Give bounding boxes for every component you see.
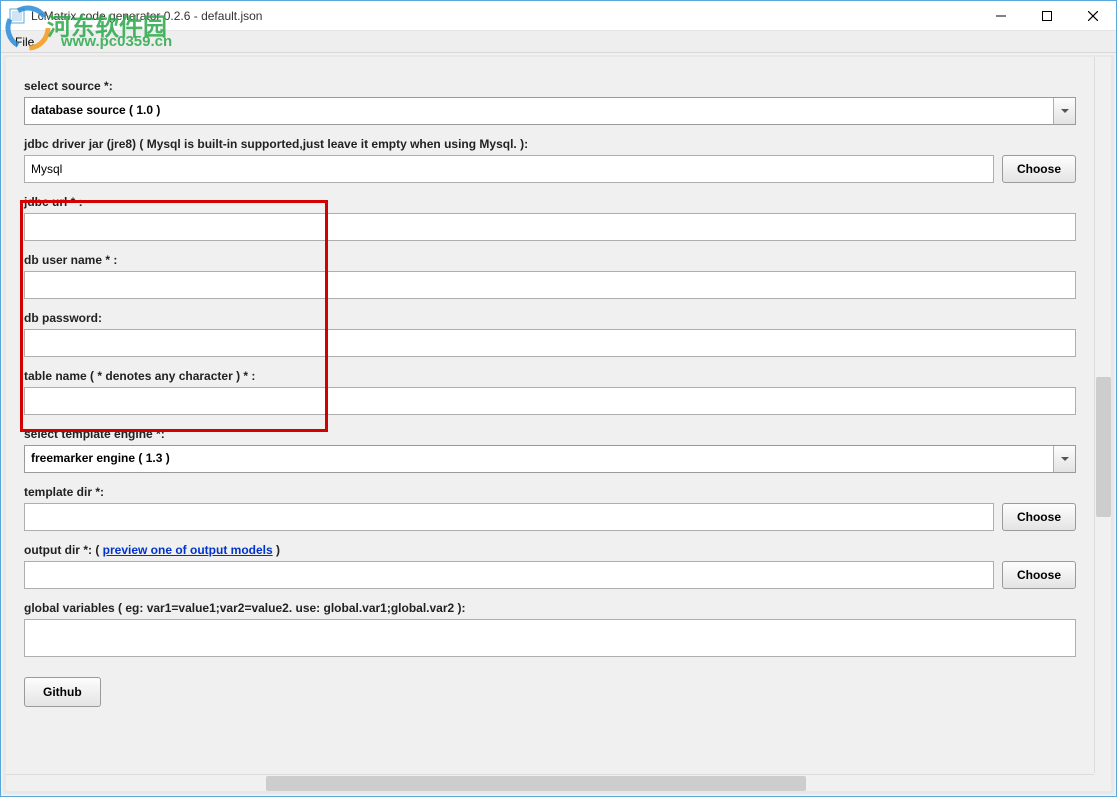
global-vars-input[interactable] [24, 619, 1076, 657]
horizontal-scroll-thumb[interactable] [266, 776, 806, 791]
label-output-dir-pre: output dir *: ( [24, 543, 103, 557]
db-user-input[interactable] [24, 271, 1076, 299]
minimize-icon [996, 11, 1006, 21]
label-output-dir: output dir *: ( preview one of output mo… [24, 543, 1076, 557]
choose-output-dir-button[interactable]: Choose [1002, 561, 1076, 589]
field-template-dir: template dir *: Choose [24, 485, 1076, 531]
close-icon [1088, 11, 1098, 21]
chevron-down-icon [1061, 109, 1069, 113]
menu-file[interactable]: File [7, 33, 42, 51]
label-db-password: db password: [24, 311, 1076, 325]
minimize-button[interactable] [978, 1, 1024, 31]
select-engine-arrow[interactable] [1053, 446, 1075, 472]
app-icon [9, 8, 25, 24]
choose-jdbc-driver-button[interactable]: Choose [1002, 155, 1076, 183]
maximize-button[interactable] [1024, 1, 1070, 31]
vertical-scroll-thumb[interactable] [1096, 377, 1111, 517]
field-global-vars: global variables ( eg: var1=value1;var2=… [24, 601, 1076, 657]
vertical-scrollbar[interactable] [1094, 57, 1111, 773]
table-name-input[interactable] [24, 387, 1076, 415]
field-jdbc-driver: jdbc driver jar (jre8) ( Mysql is built-… [24, 137, 1076, 183]
field-jdbc-url: jdbc url * : [24, 195, 1076, 241]
menubar: File [1, 31, 1116, 53]
select-source-arrow[interactable] [1053, 98, 1075, 124]
label-output-dir-post: ) [273, 543, 280, 557]
github-button[interactable]: Github [24, 677, 101, 707]
output-dir-input[interactable] [24, 561, 994, 589]
label-jdbc-driver: jdbc driver jar (jre8) ( Mysql is built-… [24, 137, 1076, 151]
label-global-vars: global variables ( eg: var1=value1;var2=… [24, 601, 1076, 615]
field-output-dir: output dir *: ( preview one of output mo… [24, 543, 1076, 589]
window-title: LcMatrix code generator 0.2.6 - default.… [31, 9, 262, 23]
select-source-dropdown[interactable]: database source ( 1.0 ) [24, 97, 1076, 125]
titlebar: LcMatrix code generator 0.2.6 - default.… [1, 1, 1116, 31]
field-db-password: db password: [24, 311, 1076, 357]
field-db-user: db user name * : [24, 253, 1076, 299]
select-engine-value: freemarker engine ( 1.3 ) [24, 445, 1076, 473]
jdbc-driver-input[interactable] [24, 155, 994, 183]
horizontal-scrollbar[interactable] [6, 774, 1094, 791]
label-db-user: db user name * : [24, 253, 1076, 267]
choose-template-dir-button[interactable]: Choose [1002, 503, 1076, 531]
field-select-source: select source *: database source ( 1.0 ) [24, 79, 1076, 125]
db-password-input[interactable] [24, 329, 1076, 357]
label-select-source: select source *: [24, 79, 1076, 93]
field-table-name: table name ( * denotes any character ) *… [24, 369, 1076, 415]
label-jdbc-url: jdbc url * : [24, 195, 1076, 209]
label-template-dir: template dir *: [24, 485, 1076, 499]
chevron-down-icon [1061, 457, 1069, 461]
select-engine-dropdown[interactable]: freemarker engine ( 1.3 ) [24, 445, 1076, 473]
jdbc-url-input[interactable] [24, 213, 1076, 241]
label-table-name: table name ( * denotes any character ) *… [24, 369, 1076, 383]
content-area: select source *: database source ( 1.0 )… [3, 55, 1114, 794]
template-dir-input[interactable] [24, 503, 994, 531]
maximize-icon [1042, 11, 1052, 21]
preview-output-link[interactable]: preview one of output models [103, 543, 273, 557]
field-select-engine: select template engine *: freemarker eng… [24, 427, 1076, 473]
select-source-value: database source ( 1.0 ) [24, 97, 1076, 125]
form-panel: select source *: database source ( 1.0 )… [6, 57, 1094, 774]
app-window: LcMatrix code generator 0.2.6 - default.… [0, 0, 1117, 797]
label-select-engine: select template engine *: [24, 427, 1076, 441]
close-button[interactable] [1070, 1, 1116, 31]
